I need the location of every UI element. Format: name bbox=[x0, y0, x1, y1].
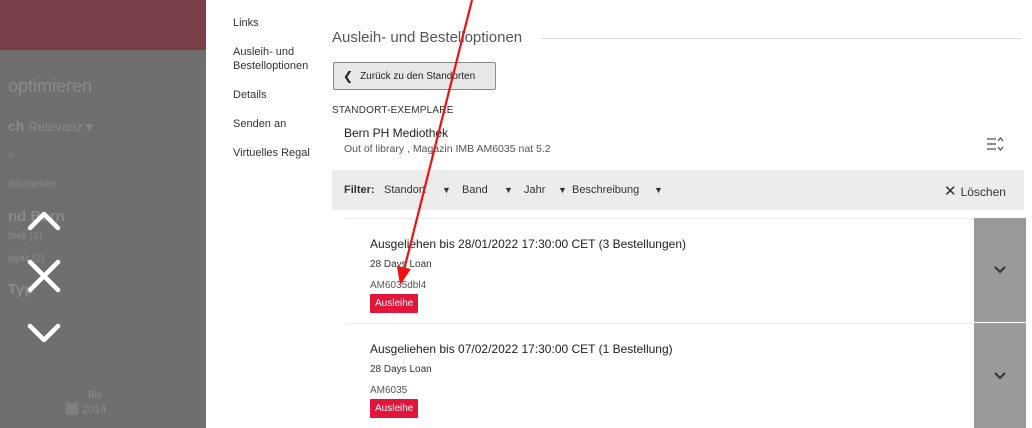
caret-down-icon[interactable]: ▼ bbox=[504, 185, 513, 195]
nav-item-ausleih-bestelloptionen[interactable]: Ausleih- und Bestelloptionen bbox=[233, 45, 313, 73]
close-icon: ✕ bbox=[944, 183, 957, 200]
filter-jahr[interactable]: Jahr bbox=[524, 184, 545, 196]
caret-down-icon[interactable]: ▼ bbox=[654, 185, 663, 195]
page-title: Ausleih- und Bestelloptionen bbox=[332, 29, 523, 46]
filter-band[interactable]: Band bbox=[462, 184, 488, 196]
nav-item-links[interactable]: Links bbox=[233, 16, 259, 30]
close-icon[interactable] bbox=[22, 254, 66, 298]
faded-bibliotheken: ibliotheken bbox=[8, 179, 56, 190]
chevron-up-icon[interactable] bbox=[22, 198, 66, 242]
section-navigation: Links Ausleih- und Bestelloptionen Detai… bbox=[206, 0, 314, 428]
item-barcode: AM6035 bbox=[370, 385, 408, 396]
title-divider bbox=[541, 38, 1022, 39]
location-detail: Out of library , Magazin IMB AM6035 nat … bbox=[344, 143, 551, 155]
filter-standort[interactable]: Standort bbox=[384, 184, 426, 196]
faded-year-box bbox=[66, 403, 78, 415]
filter-beschreibung[interactable]: Beschreibung bbox=[572, 184, 639, 196]
loan-badge: Ausleihe bbox=[370, 399, 419, 418]
chevron-down-icon bbox=[994, 266, 1006, 274]
item-policy: 28 Days Loan bbox=[370, 364, 432, 375]
chevron-left-icon: ❮ bbox=[343, 69, 354, 83]
caret-down-icon[interactable]: ▼ bbox=[558, 185, 567, 195]
nav-item-details[interactable]: Details bbox=[233, 88, 267, 102]
nav-item-virtuelles-regal[interactable]: Virtuelles Regal bbox=[233, 146, 310, 160]
faded-caret-icon: ^ bbox=[8, 150, 14, 164]
item-status: Ausgeliehen bis 28/01/2022 17:30:00 CET … bbox=[370, 237, 687, 251]
chevron-down-icon bbox=[994, 371, 1006, 379]
list-item[interactable]: Ausgeliehen bis 07/02/2022 17:30:00 CET … bbox=[346, 323, 974, 428]
back-to-locations-button[interactable]: ❮ Zurück zu den Standorten bbox=[333, 62, 496, 90]
item-policy: 28 Days Loan bbox=[370, 259, 432, 270]
filter-label: Filter: bbox=[344, 184, 375, 196]
header-bar-fragment bbox=[0, 0, 206, 50]
caret-down-icon[interactable]: ▼ bbox=[442, 185, 451, 195]
list-item[interactable]: Ausgeliehen bis 28/01/2022 17:30:00 CET … bbox=[346, 218, 974, 322]
item-barcode: AM6035dbl4 bbox=[370, 280, 427, 291]
clear-filters-button[interactable]: ✕ Löschen bbox=[944, 182, 1006, 200]
faded-sort-label: ch Relevanz ▾ bbox=[8, 118, 93, 134]
item-status: Ausgeliehen bis 07/02/2022 17:30:00 CET … bbox=[370, 342, 673, 356]
faded-year-value: 2014 bbox=[82, 404, 107, 416]
location-name: Bern PH Mediothek bbox=[344, 126, 449, 140]
loan-badge: Ausleihe bbox=[370, 294, 419, 313]
expand-item-button[interactable] bbox=[974, 218, 1026, 322]
chevron-down-icon[interactable] bbox=[22, 310, 66, 354]
nav-item-senden-an[interactable]: Senden an bbox=[233, 117, 286, 131]
sort-icon[interactable] bbox=[986, 136, 1004, 152]
main-content: Ausleih- und Bestelloptionen ❮ Zurück zu… bbox=[314, 0, 1032, 428]
expand-item-button[interactable] bbox=[974, 323, 1026, 428]
back-button-label: Zurück zu den Standorten bbox=[360, 70, 476, 82]
section-label: STANDORT-EXEMPLARE bbox=[332, 105, 454, 116]
filter-bar: Filter: Standort ▼ Band ▼ Jahr ▼ Beschre… bbox=[332, 170, 1024, 210]
faded-bis-label: Bis bbox=[88, 390, 102, 401]
dimmed-background-panel: optimieren ch Relevanz ▾ ^ ibliotheken nd… bbox=[0, 0, 206, 428]
faded-facet-title: optimieren bbox=[8, 76, 93, 96]
